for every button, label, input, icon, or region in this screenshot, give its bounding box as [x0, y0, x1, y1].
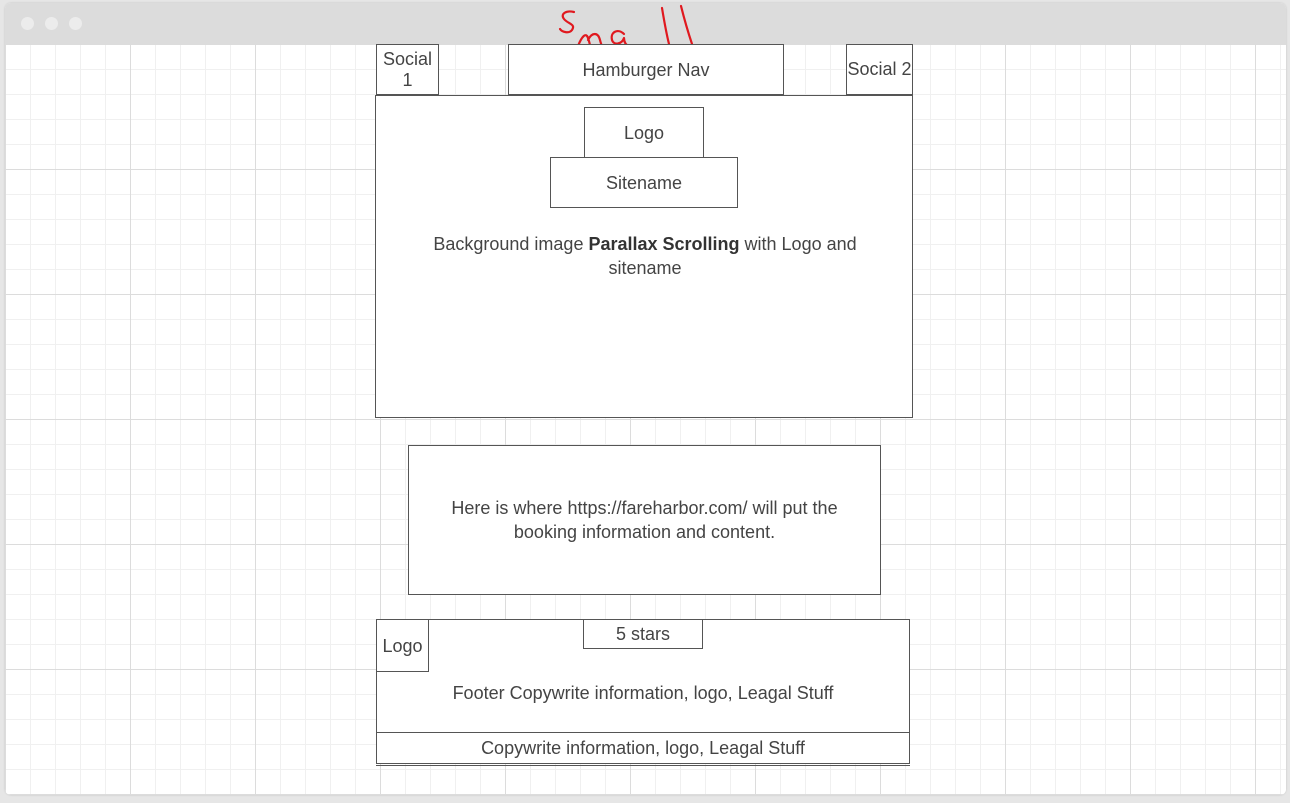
maximize-window-button[interactable]	[69, 17, 82, 30]
footer-rating-box: 5 stars	[583, 619, 703, 649]
social-2-box[interactable]: Social 2	[846, 44, 913, 95]
footer-info-text: Footer Copywrite information, logo, Leag…	[452, 683, 834, 703]
footer-rating-label: 5 stars	[615, 624, 671, 644]
hamburger-nav-label: Hamburger Nav	[582, 59, 710, 80]
hero-logo-label: Logo	[623, 122, 665, 143]
hero-description-bold: Parallax Scrolling	[588, 234, 740, 254]
footer-logo-label: Logo	[382, 635, 423, 656]
footer-bottom-bar: Copywrite information, logo, Leagal Stuf…	[376, 732, 910, 764]
hamburger-nav-box[interactable]: Hamburger Nav	[508, 44, 784, 95]
social-1-box[interactable]: Social 1	[376, 44, 439, 95]
hero-logo-box: Logo	[584, 107, 704, 158]
hero-description-prefix: Background image	[433, 234, 589, 254]
hero-sitename-box: Sitename	[550, 157, 738, 208]
footer-logo-box: Logo	[376, 619, 429, 672]
social-2-label: Social 2	[847, 59, 912, 79]
hero-sitename-label: Sitename	[605, 172, 683, 193]
close-window-button[interactable]	[21, 17, 34, 30]
booking-section: Here is where https://fareharbor.com/ wi…	[408, 445, 881, 595]
hero-description: Background image Parallax Scrolling with…	[395, 232, 895, 280]
footer-bottom-divider	[376, 765, 910, 766]
social-1-label: Social 1	[382, 48, 433, 90]
booking-text: Here is where https://fareharbor.com/ wi…	[451, 498, 838, 542]
footer-bottom-text: Copywrite information, logo, Leagal Stuf…	[481, 738, 805, 758]
minimize-window-button[interactable]	[45, 17, 58, 30]
